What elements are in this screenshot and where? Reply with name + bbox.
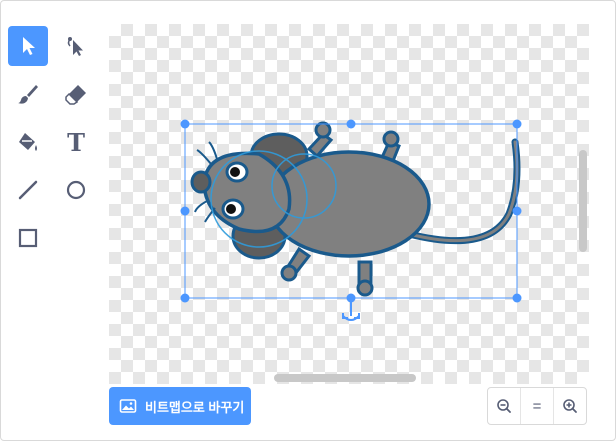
zoom-reset-label: = <box>532 397 542 415</box>
eraser-tool[interactable] <box>56 74 96 114</box>
line-tool[interactable] <box>8 170 48 210</box>
circle-icon <box>66 180 86 200</box>
zoom-in-icon <box>563 399 577 413</box>
convert-to-bitmap-button[interactable]: 비트맵으로 바꾸기 <box>109 387 251 425</box>
circle-tool[interactable] <box>56 170 96 210</box>
mouse-sprite <box>180 119 522 321</box>
zoom-controls: = <box>487 387 587 425</box>
image-icon <box>119 399 137 413</box>
drawing-canvas[interactable] <box>109 24 589 384</box>
reshape-cursor-icon <box>67 37 83 56</box>
vertical-scrollbar[interactable] <box>579 150 587 252</box>
horizontal-scrollbar[interactable] <box>274 374 416 382</box>
zoom-out-icon <box>497 399 511 413</box>
rotate-handle-icon <box>342 298 360 321</box>
zoom-in-button[interactable] <box>554 388 586 424</box>
arrow-cursor-icon <box>23 37 35 55</box>
text-tool[interactable]: T <box>56 122 96 162</box>
zoom-out-button[interactable] <box>488 388 521 424</box>
line-icon <box>18 180 38 200</box>
eraser-icon <box>65 85 86 105</box>
select-tool[interactable] <box>8 26 48 66</box>
brush-icon <box>18 85 38 104</box>
paint-bucket-icon <box>19 133 37 151</box>
reshape-tool[interactable] <box>56 26 96 66</box>
brush-tool[interactable] <box>8 74 48 114</box>
rectangle-tool[interactable] <box>8 218 48 258</box>
convert-button-label: 비트맵으로 바꾸기 <box>145 399 245 415</box>
zoom-reset-button[interactable]: = <box>521 388 554 424</box>
square-icon <box>18 228 38 248</box>
text-T-icon: T <box>67 127 85 157</box>
fill-tool[interactable] <box>8 122 48 162</box>
